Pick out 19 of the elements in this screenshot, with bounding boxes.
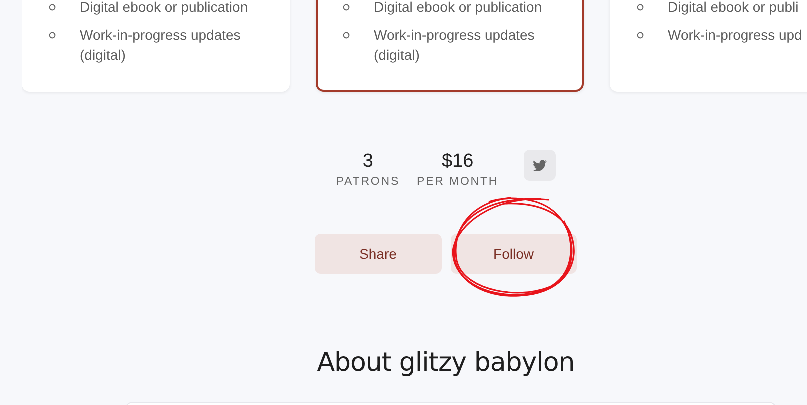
bullet-icon bbox=[637, 4, 644, 11]
benefit-text: Digital ebook or publi bbox=[668, 0, 799, 17]
bullet-icon bbox=[343, 4, 350, 11]
stat-value: 3 bbox=[362, 150, 374, 174]
benefit-text: Work-in-progress updates (digital) bbox=[374, 26, 536, 65]
bullet-icon bbox=[637, 32, 644, 39]
benefit-text: Digital ebook or publication bbox=[374, 0, 542, 17]
benefit-text: Work-in-progress updates (digital) bbox=[80, 26, 242, 65]
bullet-icon bbox=[49, 32, 56, 39]
tier-card[interactable]: Digital ebook or publication Work-in-progress updates (digital) bbox=[22, 0, 290, 92]
stat-value: $16 bbox=[442, 150, 474, 174]
bullet-icon bbox=[343, 32, 350, 39]
stat-label: PATRONS bbox=[336, 175, 400, 190]
benefit-text: Work-in-progress upd bbox=[668, 26, 802, 45]
stat-label: PER MONTH bbox=[417, 175, 499, 190]
tier-card[interactable]: Digital ebook or publi Work-in-progress upd bbox=[610, 0, 807, 92]
bullet-icon bbox=[49, 4, 56, 11]
benefit-text: Digital ebook or publication bbox=[80, 0, 248, 17]
section-title: About glitzy babylon bbox=[317, 347, 575, 380]
